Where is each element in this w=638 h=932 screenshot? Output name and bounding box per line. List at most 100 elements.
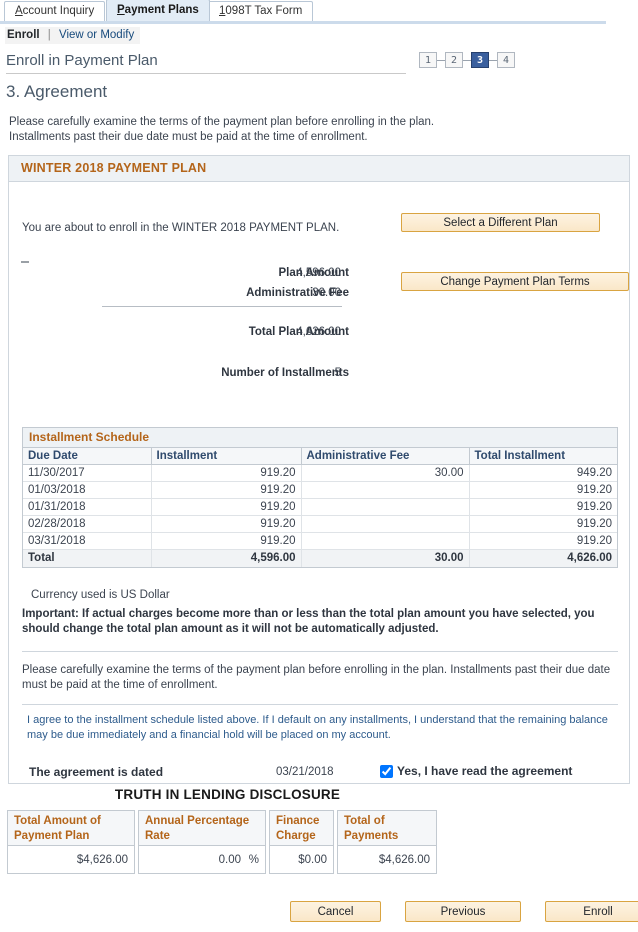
til-column-apr: Annual Percentage Rate 0.00 %	[138, 810, 266, 874]
cell-total-installment: 949.20	[469, 464, 617, 482]
important-note: Important: If actual charges become more…	[22, 608, 595, 635]
cell-total-installment-sum: 4,596.00	[151, 549, 302, 567]
agreement-checkbox-label[interactable]: Yes, I have read the agreement	[397, 764, 572, 778]
til-header-finance-charge: Finance Charge	[269, 810, 334, 846]
truth-in-lending-title: TRUTH IN LENDING DISCLOSURE	[114, 787, 341, 802]
table-row: 01/03/2018 919.20 919.20	[23, 481, 617, 499]
enroll-confirmation-text: You are about to enroll in the WINTER 20…	[22, 222, 340, 234]
step-indicator: 1 2 3 4	[419, 52, 515, 68]
enroll-button[interactable]: Enroll	[545, 901, 638, 922]
intro-line-2: Installments past their due date must be…	[9, 131, 368, 143]
summary-row-number-of-installments: Number of Installments 5	[9, 365, 349, 381]
til-value-apr: 0.00 %	[138, 846, 266, 874]
summary-divider	[102, 306, 342, 307]
agreement-checkbox[interactable]	[380, 764, 393, 778]
til-apr-percent-sign: %	[248, 854, 259, 866]
change-payment-plan-terms-button[interactable]: Change Payment Plan Terms	[401, 272, 629, 291]
til-column-total-payments: Total of Payments $4,626.00	[337, 810, 437, 874]
summary-value: 30.00	[312, 287, 341, 299]
column-header-due-date[interactable]: Due Date	[23, 448, 152, 465]
cell-admin-fee	[301, 498, 470, 516]
table-row: 03/31/2018 919.20 919.20	[23, 532, 617, 550]
summary-value: 5	[334, 367, 341, 379]
previous-button[interactable]: Previous	[405, 901, 521, 922]
cell-installment: 919.20	[151, 498, 302, 516]
table-row: 11/30/2017 919.20 30.00 949.20	[23, 464, 617, 482]
tab-label: 098T Tax Form	[225, 5, 303, 17]
cell-due-date: 01/31/2018	[23, 498, 152, 516]
step-4[interactable]: 4	[497, 52, 515, 68]
select-different-plan-button[interactable]: Select a Different Plan	[401, 213, 600, 232]
step-connector	[489, 59, 497, 61]
column-header-administrative-fee[interactable]: Administrative Fee	[301, 448, 470, 465]
step-2[interactable]: 2	[445, 52, 463, 68]
tab-bar: Account Inquiry Payment Plans 1098T Tax …	[0, 0, 638, 24]
page-title: Enroll in Payment Plan	[6, 52, 406, 74]
tab-accesskey-letter: P	[117, 4, 125, 16]
currency-note: Currency used is US Dollar	[31, 589, 170, 601]
subnav-item-view-or-modify[interactable]: View or Modify	[59, 29, 134, 41]
panel-header-title: WINTER 2018 PAYMENT PLAN	[9, 156, 629, 182]
section-title: 3. Agreement	[6, 82, 108, 101]
cell-admin-fee	[301, 481, 470, 499]
column-header-total-installment[interactable]: Total Installment	[469, 448, 617, 465]
subnav: Enroll | View or Modify	[5, 27, 141, 44]
terms-note: Please carefully examine the terms of th…	[22, 664, 611, 691]
subnav-item-enroll[interactable]: Enroll	[7, 29, 40, 41]
table-row: 02/28/2018 919.20 919.20	[23, 515, 617, 533]
step-connector	[437, 59, 445, 61]
cell-total-label: Total	[23, 549, 152, 567]
divider-dash	[21, 261, 29, 263]
tab-1098t-tax-form[interactable]: 1098T Tax Form	[208, 1, 314, 21]
panel-body: You are about to enroll in the WINTER 20…	[9, 182, 629, 783]
agreement-dated-label: The agreement is dated	[29, 765, 164, 779]
divider-2	[22, 704, 618, 705]
cell-total-installment: 919.20	[469, 481, 617, 499]
tab-account-inquiry[interactable]: Account Inquiry	[4, 1, 106, 21]
cell-due-date: 01/03/2018	[23, 481, 152, 499]
table-total-row: Total 4,596.00 30.00 4,626.00	[23, 549, 617, 567]
cell-due-date: 03/31/2018	[23, 532, 152, 550]
summary-row-administrative-fee: Administrative Fee 30.00	[9, 285, 349, 301]
tab-accesskey-letter: A	[15, 5, 23, 17]
step-3-current[interactable]: 3	[471, 52, 489, 68]
til-value-finance-charge: $0.00	[269, 846, 334, 874]
agreement-dated-value: 03/21/2018	[276, 766, 334, 778]
installment-schedule-table: Due Date Installment Administrative Fee …	[23, 448, 617, 567]
cell-installment: 919.20	[151, 481, 302, 499]
step-1[interactable]: 1	[419, 52, 437, 68]
cell-installment: 919.20	[151, 464, 302, 482]
subnav-separator: |	[47, 29, 51, 41]
summary-value: 4,596.00	[296, 267, 341, 279]
intro-line-1: Please carefully examine the terms of th…	[9, 116, 435, 128]
cell-total-admin-fee-sum: 30.00	[301, 549, 470, 567]
summary-value: 4,626.00	[296, 326, 341, 338]
cell-grand-total: 4,626.00	[469, 549, 617, 567]
payment-plan-panel: WINTER 2018 PAYMENT PLAN You are about t…	[8, 155, 630, 784]
summary-row-plan-amount: Plan Amount 4,596.00	[9, 265, 350, 281]
til-value-total-payments: $4,626.00	[337, 846, 437, 874]
cancel-button[interactable]: Cancel	[290, 901, 381, 922]
cell-admin-fee	[301, 515, 470, 533]
cell-total-installment: 919.20	[469, 515, 617, 533]
column-header-installment[interactable]: Installment	[151, 448, 302, 465]
footer-button-bar: Cancel Previous Enroll	[290, 901, 638, 922]
til-apr-number: 0.00	[218, 854, 241, 866]
cell-installment: 919.20	[151, 515, 302, 533]
table-row: 01/31/2018 919.20 919.20	[23, 498, 617, 516]
cell-due-date: 02/28/2018	[23, 515, 152, 533]
summary-row-total-plan-amount: Total Plan Amount 4,626.00	[9, 324, 349, 340]
installment-schedule-grid: Installment Schedule Due Date Installmen…	[22, 427, 618, 568]
cell-admin-fee: 30.00	[301, 464, 470, 482]
cell-admin-fee	[301, 532, 470, 550]
table-header-row: Due Date Installment Administrative Fee …	[23, 448, 617, 465]
cell-total-installment: 919.20	[469, 532, 617, 550]
til-header-apr: Annual Percentage Rate	[138, 810, 266, 846]
truth-in-lending-table: Total Amount of Payment Plan $4,626.00 A…	[7, 810, 437, 874]
til-column-total-amount: Total Amount of Payment Plan $4,626.00	[7, 810, 135, 874]
agreement-checkbox-group[interactable]: Yes, I have read the agreement	[380, 764, 572, 778]
cell-installment: 919.20	[151, 532, 302, 550]
agreement-text: I agree to the installment schedule list…	[27, 714, 608, 741]
cell-due-date: 11/30/2017	[23, 464, 152, 482]
tab-payment-plans[interactable]: Payment Plans	[106, 0, 210, 21]
